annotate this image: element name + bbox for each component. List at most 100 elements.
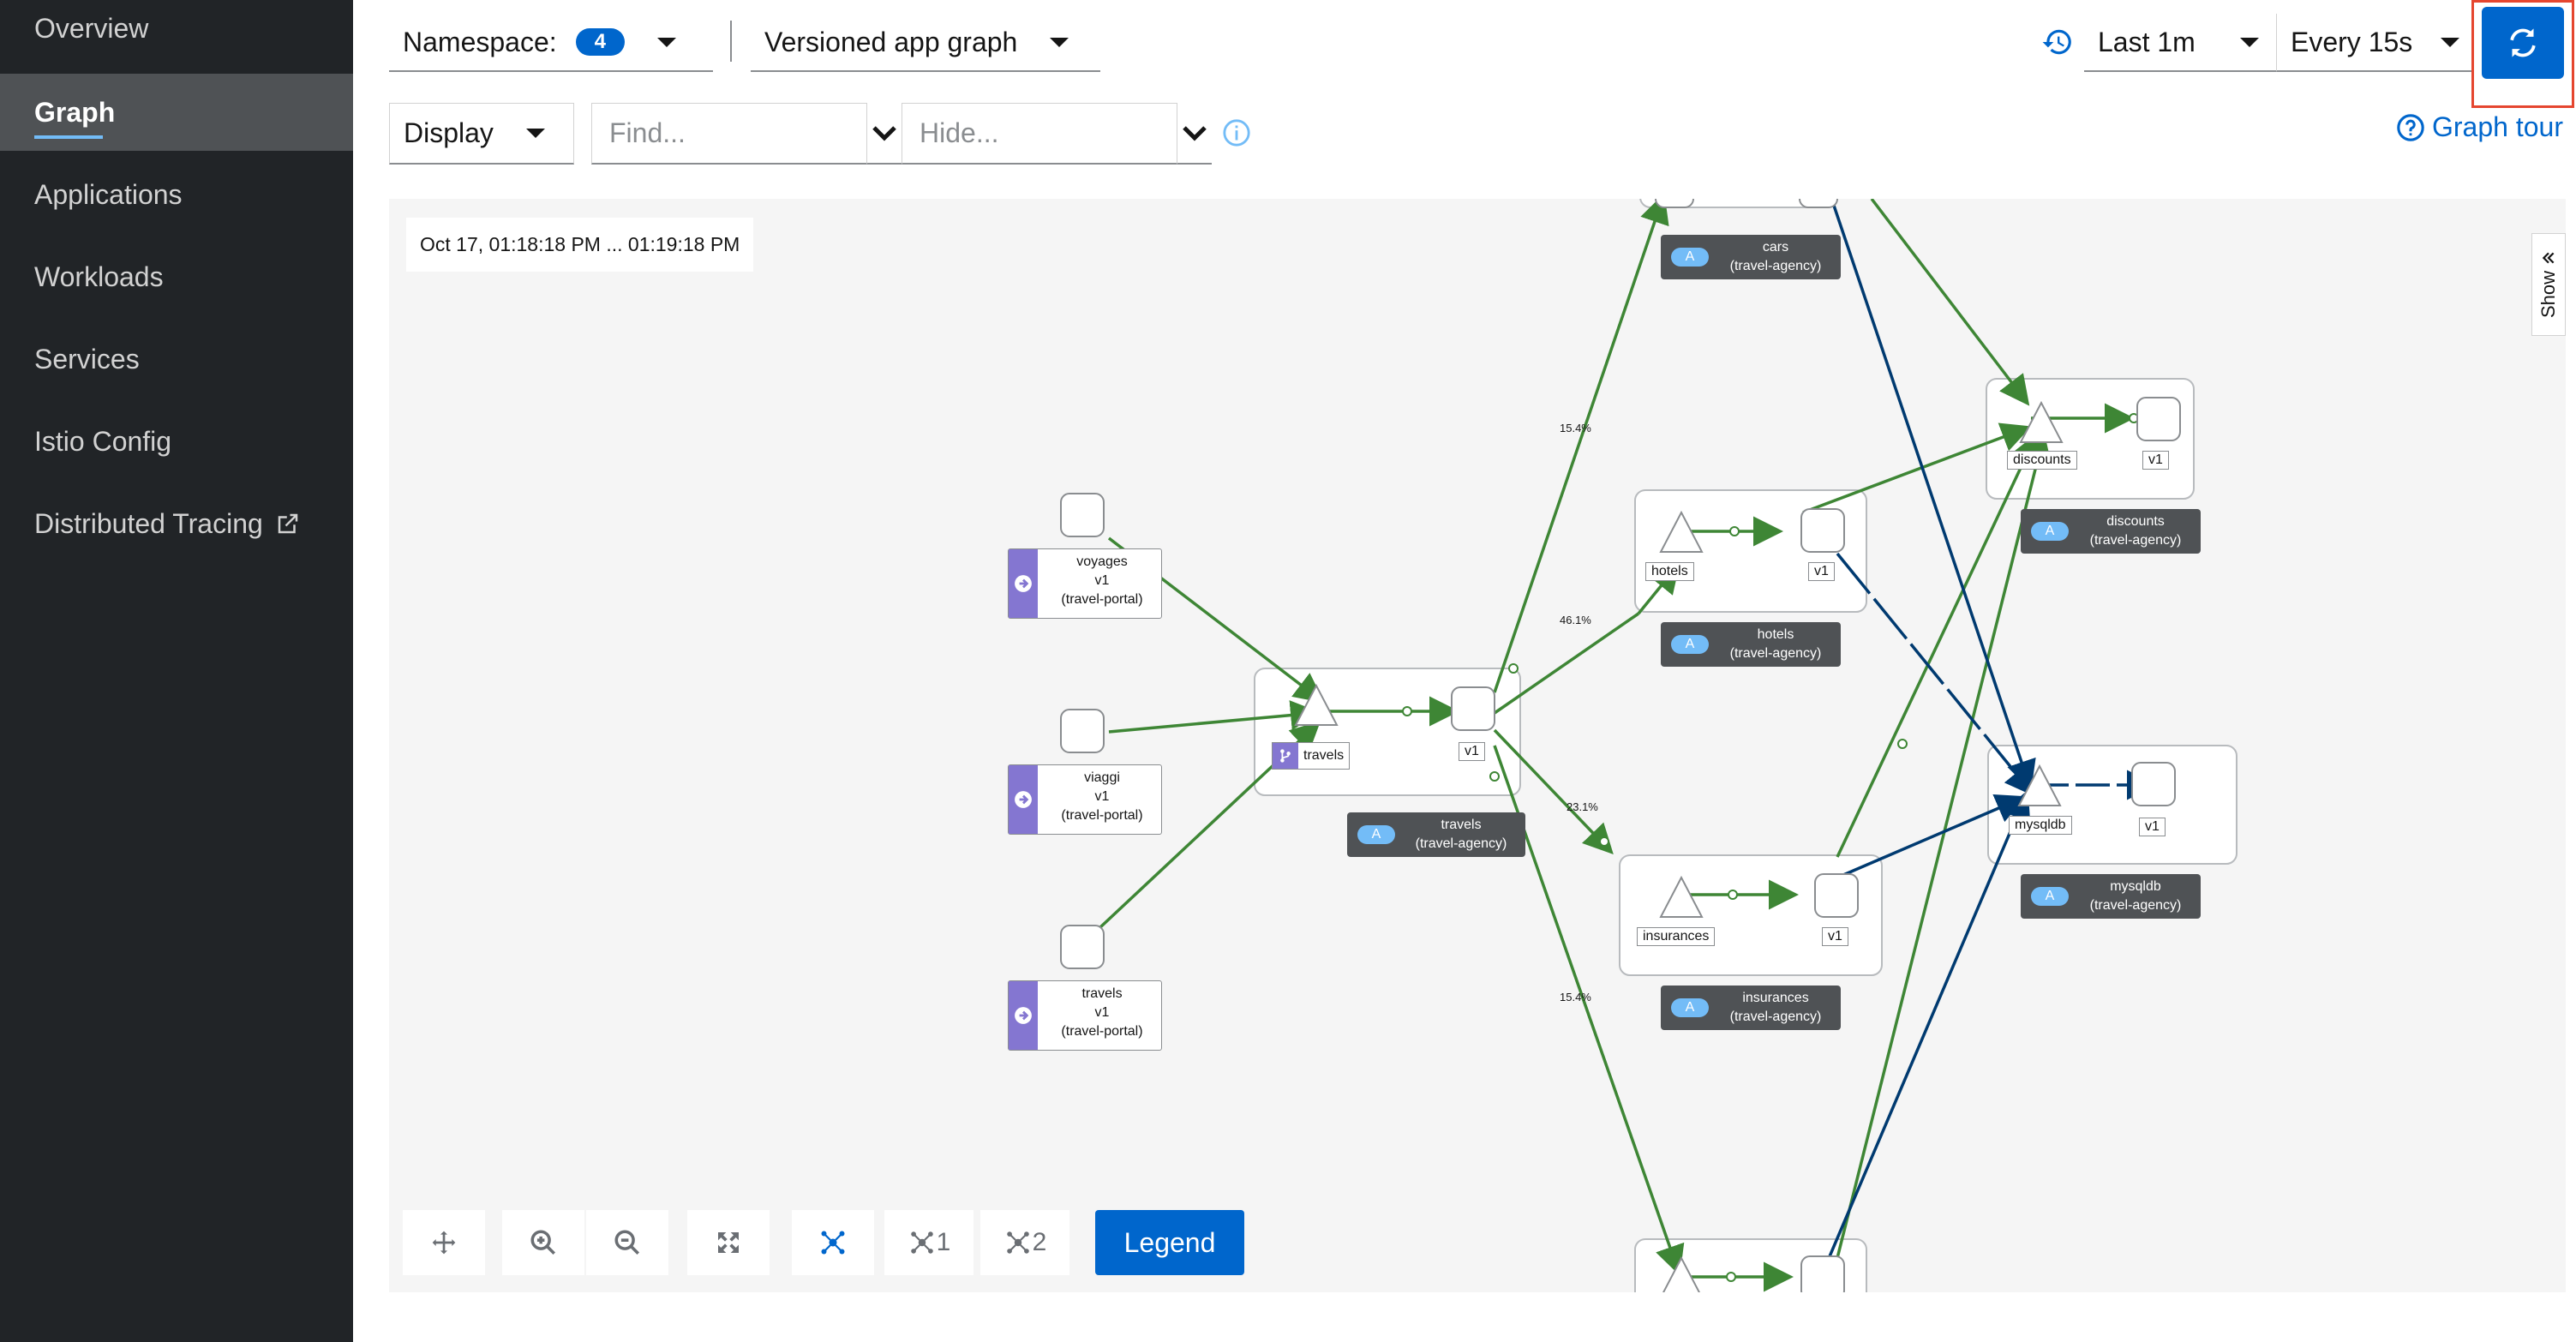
app-badge: A [1671, 998, 1709, 1017]
app-namespace: (travel-agency) [1415, 836, 1507, 851]
find-input[interactable]: Find... [591, 103, 867, 165]
edge-label-to-bottom: 15.4% [1560, 991, 1591, 1004]
app-name: travels [1441, 818, 1482, 832]
node-name: insurances [1643, 929, 1710, 944]
hotels-app-label[interactable]: A hotels (travel-agency) [1661, 622, 1841, 667]
edge-label-to-hotels: 46.1% [1560, 614, 1591, 626]
graph-tour-link[interactable]: Graph tour [2396, 111, 2563, 143]
sidebar-item-graph[interactable]: Graph [0, 74, 353, 151]
zoom-in-icon [530, 1230, 556, 1255]
sidebar-item-workloads[interactable]: Workloads [0, 238, 353, 315]
edge-label-to-cars: 15.4% [1560, 422, 1591, 434]
travels-app-label[interactable]: A travels (travel-agency) [1347, 812, 1525, 857]
travels-portal-workload-node[interactable]: travels v1 (travel-portal) [1008, 980, 1162, 1051]
node-name: mysqldb [2015, 818, 2066, 832]
node-version: v1 [1094, 573, 1110, 588]
refresh-interval-dropdown[interactable]: Every 15s [2276, 14, 2471, 72]
caret-down-icon [2441, 37, 2459, 47]
graph-type-label: Versioned app graph [764, 26, 1018, 57]
legend-button[interactable]: Legend [1095, 1210, 1244, 1275]
hide-placeholder: Hide... [920, 117, 999, 148]
namespace-count-badge: 4 [575, 28, 625, 56]
sidebar-item-distributed-tracing[interactable]: Distributed Tracing [0, 485, 353, 562]
insurances-v1-node[interactable]: v1 [1822, 927, 1848, 946]
topology-icon [821, 1231, 845, 1255]
sidebar-item-applications[interactable]: Applications [0, 156, 353, 233]
layout-default-button[interactable] [792, 1210, 874, 1275]
layout-1-button[interactable]: 1 [884, 1210, 973, 1275]
hotels-v1-node[interactable]: v1 [1808, 562, 1835, 581]
sidebar-item-label: Applications [34, 178, 183, 210]
node-version: v1 [2148, 452, 2163, 467]
mysqldb-app-label[interactable]: A mysqldb (travel-agency) [2021, 874, 2201, 919]
sidebar-item-label: Workloads [34, 261, 164, 292]
layout-2-button[interactable]: 2 [980, 1210, 1069, 1275]
find-history-toggle[interactable] [867, 103, 902, 165]
graph-tour-label: Graph tour [2432, 111, 2563, 142]
caret-down-icon [657, 37, 676, 47]
time-range-dropdown[interactable]: Last 1m [2084, 14, 2276, 72]
node-name: voyages [1076, 554, 1128, 569]
graph-canvas[interactable]: Oct 17, 01:18:18 PM ... 01:19:18 PM Show [389, 199, 2566, 1292]
node-name: discounts [2013, 452, 2071, 467]
arrows-alt-icon [432, 1231, 456, 1255]
help-circle-icon [2397, 113, 2424, 141]
discounts-app-label[interactable]: A discounts (travel-agency) [2021, 509, 2201, 554]
cars-app-label[interactable]: A cars (travel-agency) [1661, 235, 1841, 279]
edge-label-to-insurances: 23.1% [1567, 800, 1598, 813]
portal-arrow-icon [1009, 765, 1038, 834]
hide-input[interactable]: Hide... [902, 103, 1177, 165]
travels-service-node[interactable]: travels [1272, 742, 1351, 770]
caret-down-icon [2240, 37, 2259, 47]
zoom-out-button[interactable] [586, 1210, 668, 1275]
history-icon [2042, 29, 2071, 55]
namespace-label: Namespace: [403, 26, 557, 57]
namespace-dropdown[interactable]: Namespace: 4 [389, 14, 713, 72]
sidebar-item-istio-config[interactable]: Istio Config [0, 403, 353, 480]
node-version: v1 [1828, 929, 1842, 944]
toolbar-divider [730, 21, 732, 62]
hide-history-toggle[interactable] [1177, 103, 1212, 165]
info-icon[interactable] [1222, 118, 1251, 147]
app-badge: A [1671, 248, 1709, 267]
sidebar-item-overview[interactable]: Overview [0, 0, 353, 67]
viaggi-workload-node[interactable]: viaggi v1 (travel-portal) [1008, 764, 1162, 835]
app-namespace: (travel-agency) [2089, 533, 2182, 548]
hotels-service-node[interactable]: hotels [1645, 562, 1694, 581]
find-placeholder: Find... [609, 117, 686, 148]
expand-icon [718, 1232, 739, 1253]
app-name: hotels [1757, 627, 1794, 642]
caret-down-icon [525, 129, 545, 138]
fit-to-screen-button[interactable] [687, 1210, 770, 1275]
app-name: insurances [1742, 991, 1809, 1005]
node-name: hotels [1651, 564, 1688, 578]
app-badge: A [2031, 887, 2069, 906]
discounts-v1-node[interactable]: v1 [2142, 451, 2169, 470]
sidebar-item-label: Istio Config [34, 425, 172, 457]
mysqldb-v1-node[interactable]: v1 [2139, 818, 2166, 836]
voyages-workload-node[interactable]: voyages v1 (travel-portal) [1008, 548, 1162, 619]
pan-button[interactable] [403, 1210, 485, 1275]
node-version: v1 [1814, 564, 1829, 578]
mysqldb-service-node[interactable]: mysqldb [2009, 816, 2072, 835]
discounts-service-node[interactable]: discounts [2007, 451, 2077, 470]
insurances-service-node[interactable]: insurances [1637, 927, 1716, 946]
sidebar-item-services[interactable]: Services [0, 321, 353, 398]
app-name: mysqldb [2110, 879, 2161, 894]
node-namespace: (travel-portal) [1061, 1024, 1143, 1039]
time-range-label: Last 1m [2098, 26, 2196, 57]
active-indicator [34, 135, 103, 139]
node-version: v1 [1094, 789, 1110, 804]
node-name: travels [1081, 986, 1123, 1001]
zoom-in-button[interactable] [502, 1210, 584, 1275]
external-link-icon [278, 513, 298, 534]
app-namespace: (travel-agency) [2089, 898, 2182, 913]
node-namespace: (travel-portal) [1061, 808, 1143, 823]
display-dropdown[interactable]: Display [389, 103, 574, 165]
travels-v1-node[interactable]: v1 [1459, 742, 1485, 761]
refresh-interval-label: Every 15s [2291, 26, 2413, 57]
graph-type-dropdown[interactable]: Versioned app graph [751, 14, 1100, 72]
chevron-down-icon [872, 126, 896, 141]
insurances-app-label[interactable]: A insurances (travel-agency) [1661, 986, 1841, 1030]
node-version: v1 [2145, 819, 2160, 834]
